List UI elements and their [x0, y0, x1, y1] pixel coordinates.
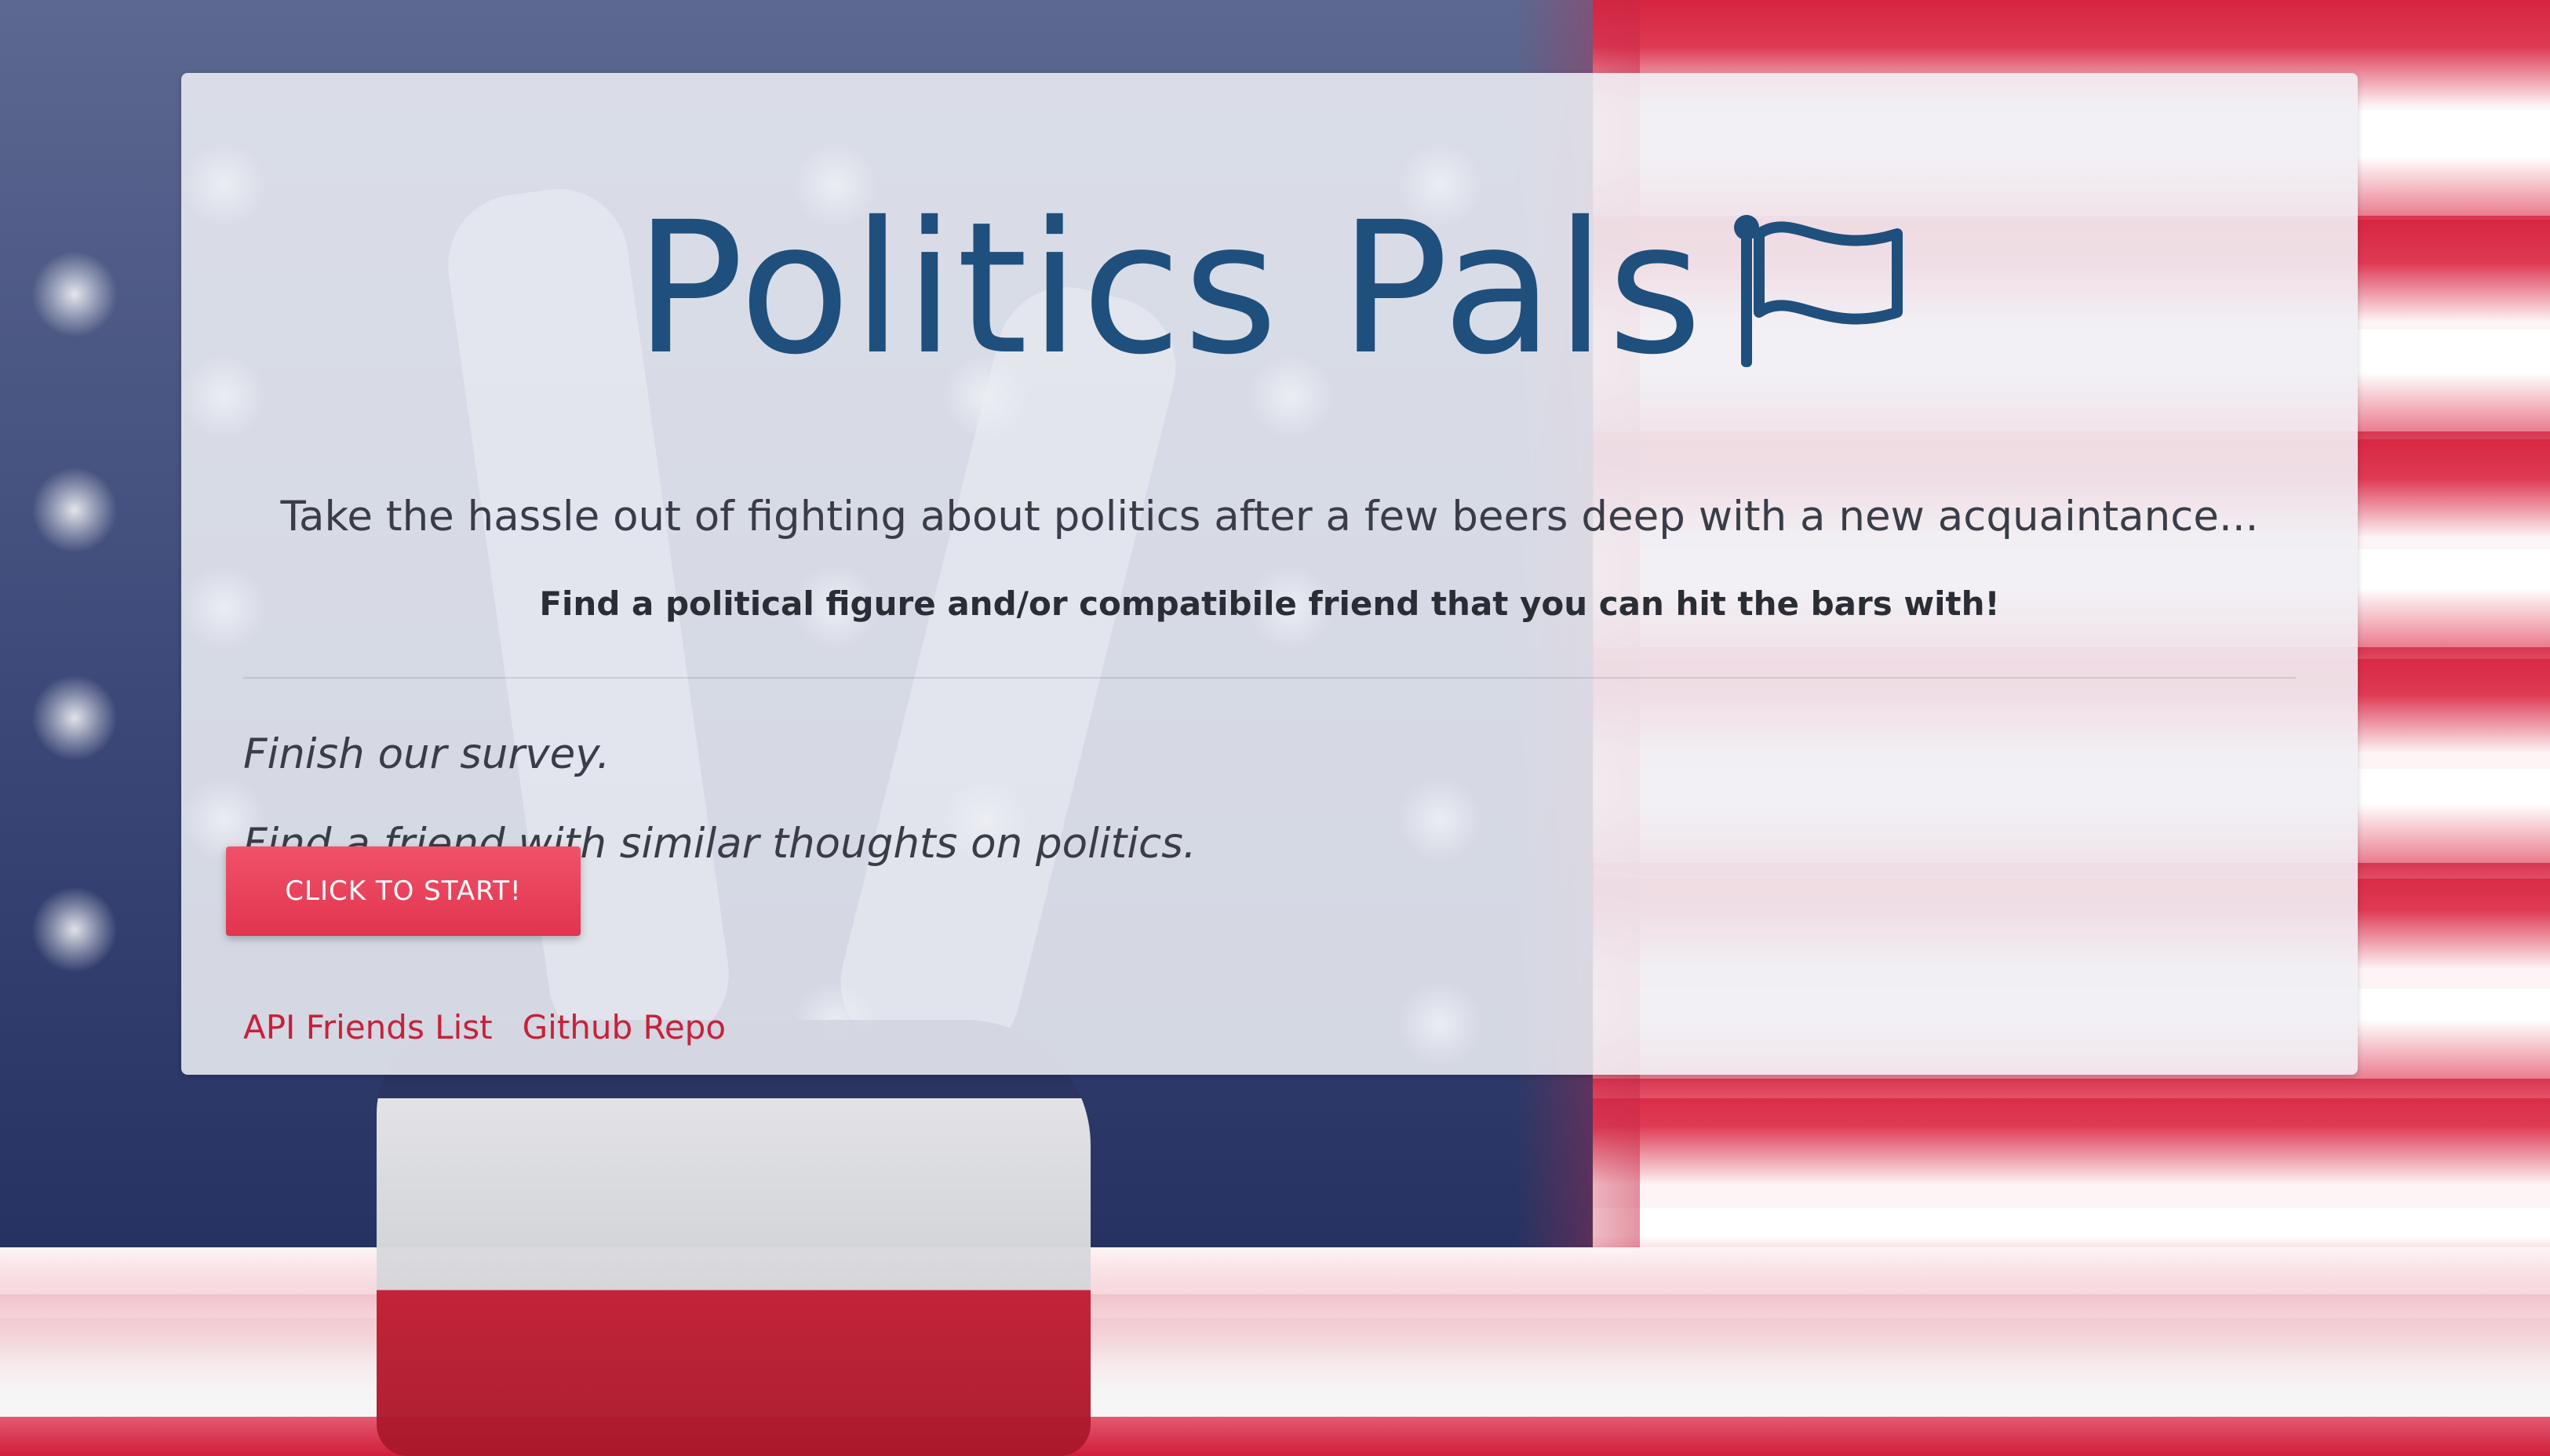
flag-star [31, 251, 118, 337]
flag-star [31, 467, 118, 553]
title-row: Politics Pals [181, 191, 2358, 387]
divider [243, 677, 2296, 679]
step-survey-text: Finish our survey. [243, 730, 610, 778]
subheading-text: Find a political figure and/or compatibi… [539, 584, 2000, 623]
jumbotron-card: Politics Pals Take the hassle out of fig… [181, 73, 2358, 1075]
page-title: Politics Pals [634, 183, 1704, 395]
footer-links: API Friends List Github Repo [243, 1008, 726, 1046]
peace-sign-hand-image [377, 1020, 1091, 1456]
github-repo-link[interactable]: Github Repo [523, 1008, 726, 1046]
start-button[interactable]: CLICK TO START! [226, 846, 581, 936]
flag-star [31, 675, 118, 761]
lead-text: Take the hassle out of fighting about po… [280, 493, 2259, 541]
flag-star [31, 886, 118, 973]
api-friends-list-link[interactable]: API Friends List [243, 1008, 493, 1046]
flag-icon [1733, 215, 1903, 367]
